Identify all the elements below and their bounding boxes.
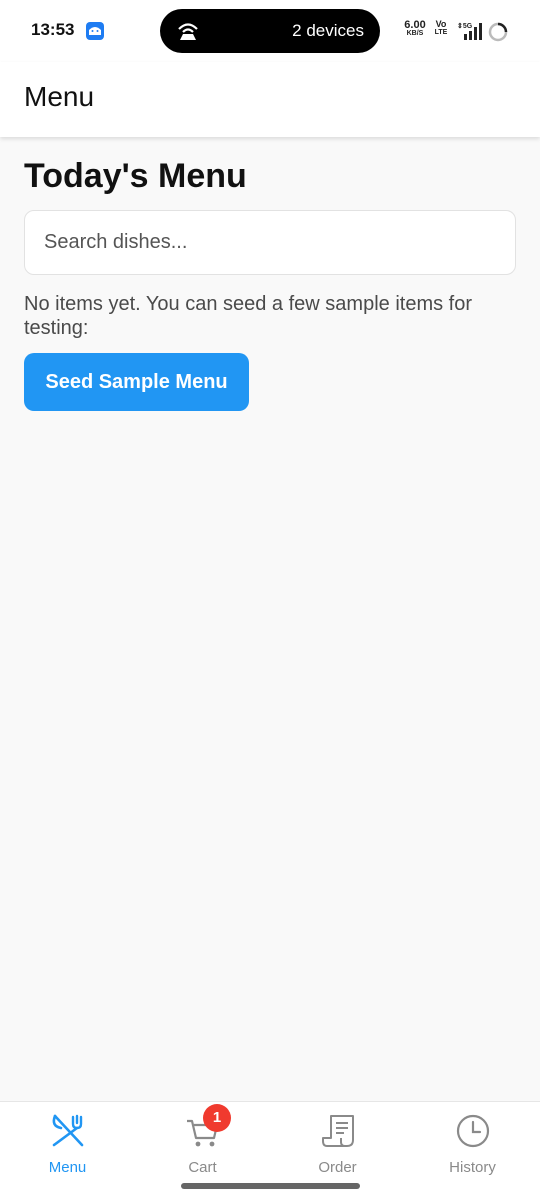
receipt-icon [319, 1112, 357, 1155]
app-notification-icon [86, 22, 104, 40]
nav-label-menu: Menu [48, 1159, 87, 1176]
app-bar-title: Menu [24, 81, 95, 112]
clock-icon [454, 1112, 492, 1155]
net-speed: 6.00 KB/S [400, 20, 430, 38]
nav-item-cart[interactable]: 1 Cart [135, 1102, 270, 1182]
status-time: 13:53 [31, 20, 75, 39]
hotspot-icon [176, 20, 200, 47]
nav-label-order: Order [318, 1159, 357, 1176]
status-indicators: 6.00 KB/S Vo LTE ⇕5G [400, 20, 520, 42]
volte-indicator: Vo LTE [432, 20, 450, 37]
nav-item-history[interactable]: History [405, 1102, 540, 1182]
hotspot-devices-text: 2 devices [292, 21, 364, 40]
nav-label-history: History [449, 1159, 496, 1176]
signal-icon: ⇕5G [454, 21, 484, 46]
status-bar: 13:53 2 devices 6.00 KB/S Vo LTE ⇕5G [0, 0, 540, 62]
home-indicator[interactable] [181, 1183, 360, 1189]
nav-label-cart: Cart [188, 1159, 217, 1176]
cart-badge: 1 [203, 1104, 231, 1132]
volte-bottom: LTE [434, 29, 448, 36]
battery-icon [488, 22, 508, 47]
seed-sample-menu-button[interactable]: Seed Sample Menu [24, 353, 249, 411]
nav-item-order[interactable]: Order [270, 1102, 405, 1182]
volte-top: Vo [435, 19, 447, 29]
app-bar: Menu [0, 62, 540, 137]
fork-knife-icon [49, 1112, 87, 1155]
empty-state-message: No items yet. You can seed a few sample … [24, 293, 472, 339]
svg-text:⇕5G: ⇕5G [457, 22, 473, 30]
page-title: Today's Menu [24, 157, 247, 195]
hotspot-pill[interactable]: 2 devices [160, 9, 380, 53]
net-speed-unit: KB/S [406, 30, 424, 37]
search-input[interactable] [24, 210, 516, 275]
nav-item-menu[interactable]: Menu [0, 1102, 135, 1182]
